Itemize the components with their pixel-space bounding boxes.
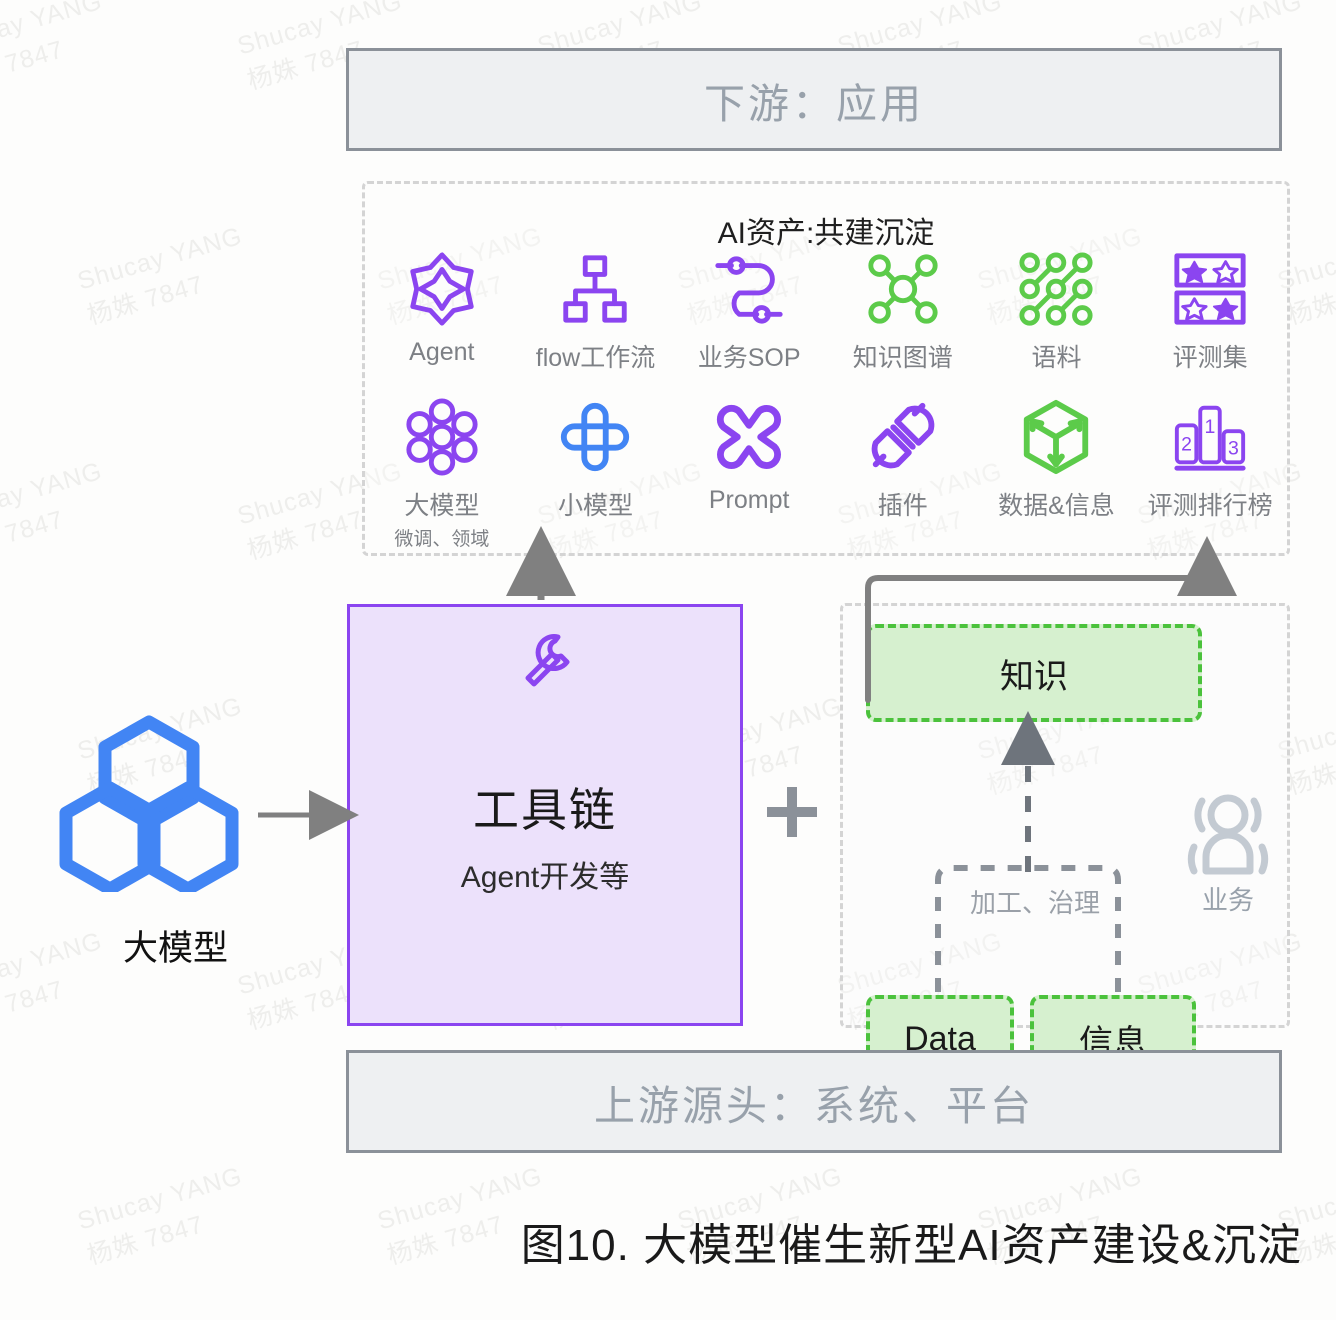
asset-item-knowledge-graph[interactable]: 知识图谱	[826, 246, 980, 374]
leaderboard-icon: 2 1 3	[1171, 394, 1249, 480]
model-label: 大模型	[122, 929, 228, 968]
asset-item-eval-set-stars[interactable]: 评测集	[1133, 246, 1287, 374]
asset-label: 语料	[1031, 344, 1082, 372]
knowledge-box[interactable]: 知识	[866, 624, 1202, 722]
asset-sublabel: 微调、领域	[394, 529, 490, 550]
asset-label: 数据&信息	[998, 492, 1115, 520]
asset-label: 评测排行榜	[1147, 492, 1273, 520]
asset-label: Agent	[409, 338, 475, 366]
plugin-icon	[864, 394, 942, 480]
asset-item-plugin[interactable]: 插件	[826, 394, 980, 522]
asset-item-sop-path[interactable]: 业务SOP	[672, 246, 826, 374]
asset-label: 评测集	[1172, 344, 1248, 372]
asset-item-data-cube[interactable]: 数据&信息	[980, 394, 1134, 522]
downstream-banner: 下游：应用	[346, 48, 1282, 151]
upstream-banner-label: 上游源头：系统、平台	[594, 1082, 1034, 1129]
watermark: Shucay YANG 杨姝 7847	[74, 221, 246, 331]
flow-hierarchy-icon	[556, 246, 634, 332]
asset-item-leaderboard[interactable]: 2 1 3 评测排行榜	[1133, 394, 1287, 522]
business-user-icon	[1182, 791, 1274, 882]
sop-path-icon	[710, 246, 788, 332]
watermark: Shucay YANG 杨姝 7847	[0, 456, 106, 566]
svg-text:2: 2	[1181, 434, 1192, 456]
knowledge-graph-icon	[864, 246, 942, 332]
wrench-icon	[514, 629, 576, 696]
ai-assets-panel: AI资产:共建沉淀 Agent flow工作流 业务SOP 知识图谱 语料 评测…	[362, 181, 1290, 556]
downstream-banner-label: 下游：应用	[704, 80, 924, 127]
asset-label: 插件	[877, 492, 928, 520]
asset-label: flow工作流	[535, 344, 656, 372]
asset-item-prompt-knot[interactable]: Prompt	[672, 394, 826, 515]
asset-label: 业务SOP	[697, 344, 801, 372]
figure-caption: 图10. 大模型催生新型AI资产建设&沉淀	[520, 1221, 1302, 1270]
agent-star-icon	[403, 246, 481, 332]
toolchain-subtitle: Agent开发等	[460, 861, 630, 894]
plus-symbol	[763, 783, 821, 846]
svg-text:1: 1	[1205, 416, 1216, 438]
prompt-knot-icon	[710, 394, 788, 480]
business-label: 业务	[1201, 885, 1254, 915]
asset-label: 大模型	[404, 492, 480, 520]
svg-text:3: 3	[1228, 438, 1239, 460]
asset-label: Prompt	[708, 486, 790, 514]
eval-set-stars-icon	[1171, 246, 1249, 332]
toolchain-box[interactable]: 工具链 Agent开发等	[347, 604, 743, 1026]
process-label: 加工、治理	[969, 888, 1100, 918]
toolchain-title: 工具链	[473, 784, 617, 836]
asset-item-agent-star[interactable]: Agent	[365, 246, 519, 374]
ai-assets-row-2: 大模型 微调、领域 小模型 Prompt 插件 数据&信息 2 1 3 评测排行…	[365, 394, 1287, 551]
watermark: Shucay YANG 杨姝 7847	[0, 0, 106, 96]
asset-item-small-model[interactable]: 小模型	[519, 394, 673, 522]
small-model-icon	[556, 394, 634, 480]
asset-item-corpus-dots[interactable]: 语料	[980, 246, 1134, 374]
data-cube-icon	[1017, 394, 1095, 480]
upstream-banner: 上游源头：系统、平台	[346, 1050, 1282, 1153]
diagram-canvas: Shucay YANG 杨姝 7847 Shucay YANG 杨姝 7847 Sh…	[0, 0, 1336, 1320]
ai-assets-row-1: Agent flow工作流 业务SOP 知识图谱 语料 评测集	[365, 246, 1287, 374]
asset-item-flow-hierarchy[interactable]: flow工作流	[519, 246, 673, 374]
asset-label: 小模型	[557, 492, 633, 520]
big-model-atom-icon	[403, 394, 481, 480]
knowledge-label: 知识	[1000, 657, 1068, 696]
asset-item-big-model-atom[interactable]: 大模型 微调、领域	[365, 394, 519, 551]
asset-label: 知识图谱	[852, 344, 953, 372]
corpus-dots-icon	[1017, 246, 1095, 332]
hexagon-cluster-icon	[58, 714, 240, 897]
